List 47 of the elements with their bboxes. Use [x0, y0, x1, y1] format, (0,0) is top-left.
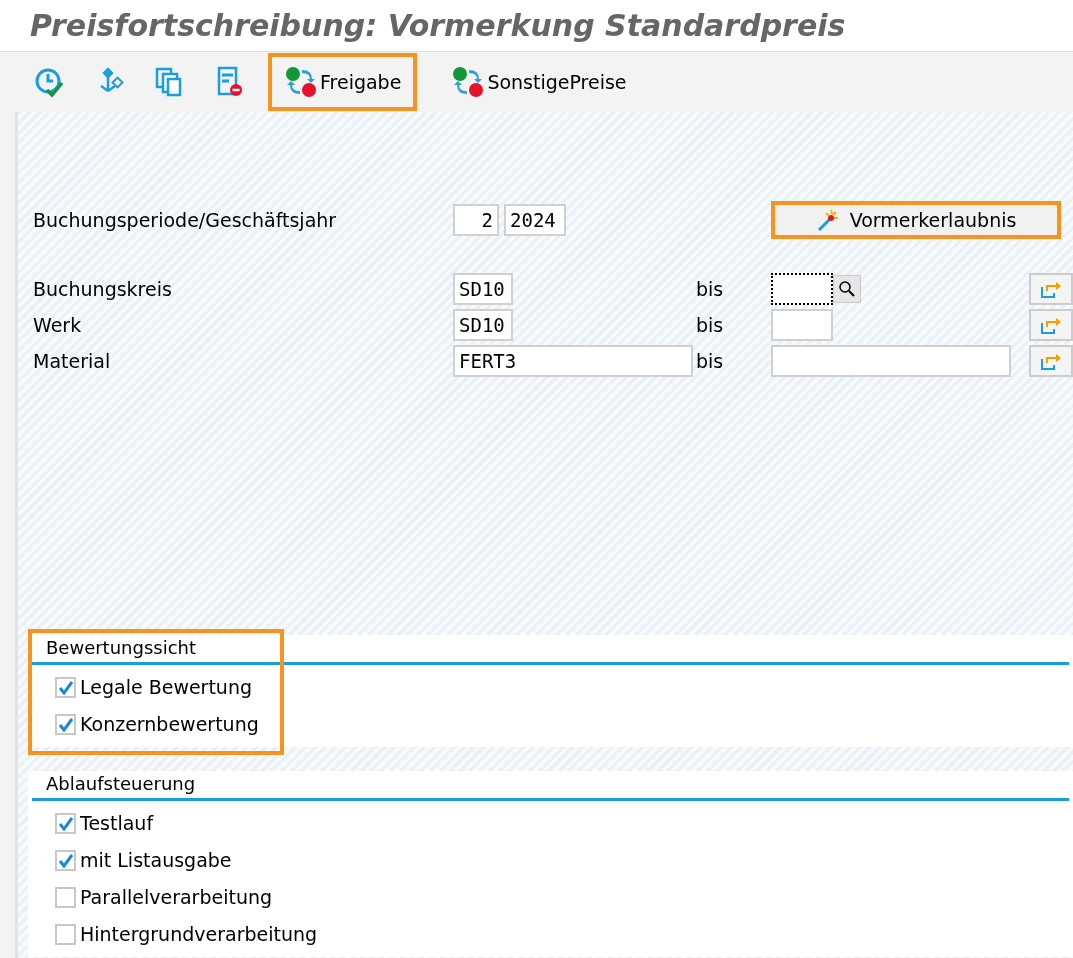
toolbar-button[interactable]: Freigabe [268, 53, 418, 111]
toolbar-button[interactable]: SonstigePreise [435, 53, 643, 111]
checkbox[interactable] [55, 714, 76, 735]
checkbox[interactable] [55, 887, 76, 908]
arrow-box-icon [1040, 315, 1062, 335]
arrow-box-icon [1040, 279, 1062, 299]
section-title: Ablaufsteuerung [46, 772, 196, 796]
vormerkerlaubnis-button[interactable]: Vormerkerlaubnis [771, 201, 1061, 239]
search-help-button[interactable] [833, 275, 861, 303]
from-field[interactable]: SD10 [453, 309, 513, 341]
year-field[interactable]: 2024 [504, 204, 566, 236]
swap-arrows-icon [451, 65, 486, 99]
bis-label: bis [695, 348, 725, 374]
to-field[interactable] [771, 273, 833, 305]
multiple-selection-button[interactable] [1029, 309, 1073, 341]
bis-label: bis [695, 276, 725, 302]
checkmark-icon [58, 680, 73, 695]
checkbox-label: Konzernbewertung [80, 712, 259, 738]
bis-label: bis [695, 312, 725, 338]
checkmark-icon [58, 816, 73, 831]
window-title: Preisfortschreibung: Vormerkung Standardpreis [30, 7, 846, 45]
checkbox-label: Testlauf [80, 811, 154, 837]
search-icon [838, 280, 856, 298]
field-label: Buchungskreis [32, 276, 173, 302]
multiple-selection-button[interactable] [1029, 273, 1073, 305]
period-field[interactable]: 2 [453, 204, 499, 236]
section-title: Bewertungssicht [46, 636, 197, 660]
checkbox-label: Hintergrundverarbeitung [80, 922, 318, 948]
checkbox[interactable] [55, 850, 76, 871]
from-field[interactable]: SD10 [453, 273, 513, 305]
arrow-box-icon [1040, 351, 1062, 371]
field-label: Material [32, 348, 112, 374]
clock-check-icon [33, 66, 65, 98]
checkbox-label: Parallelverarbeitung [80, 885, 273, 911]
checkbox[interactable] [55, 677, 76, 698]
checkbox[interactable] [55, 813, 76, 834]
checkbox[interactable] [55, 924, 76, 945]
checkbox-label: Legale Bewertung [80, 675, 252, 701]
checkbox-label: mit Listausgabe [80, 848, 232, 874]
magic-wand-icon [815, 208, 840, 232]
multiple-selection-button[interactable] [1029, 345, 1073, 377]
field-label: Werk [32, 312, 83, 338]
field-label: Buchungsperiode/Geschäftsjahr [32, 207, 338, 233]
checkmark-icon [58, 853, 73, 868]
checkmark-icon [58, 717, 73, 732]
from-field[interactable]: FERT3 [453, 345, 693, 377]
swap-arrows-icon [284, 65, 318, 99]
